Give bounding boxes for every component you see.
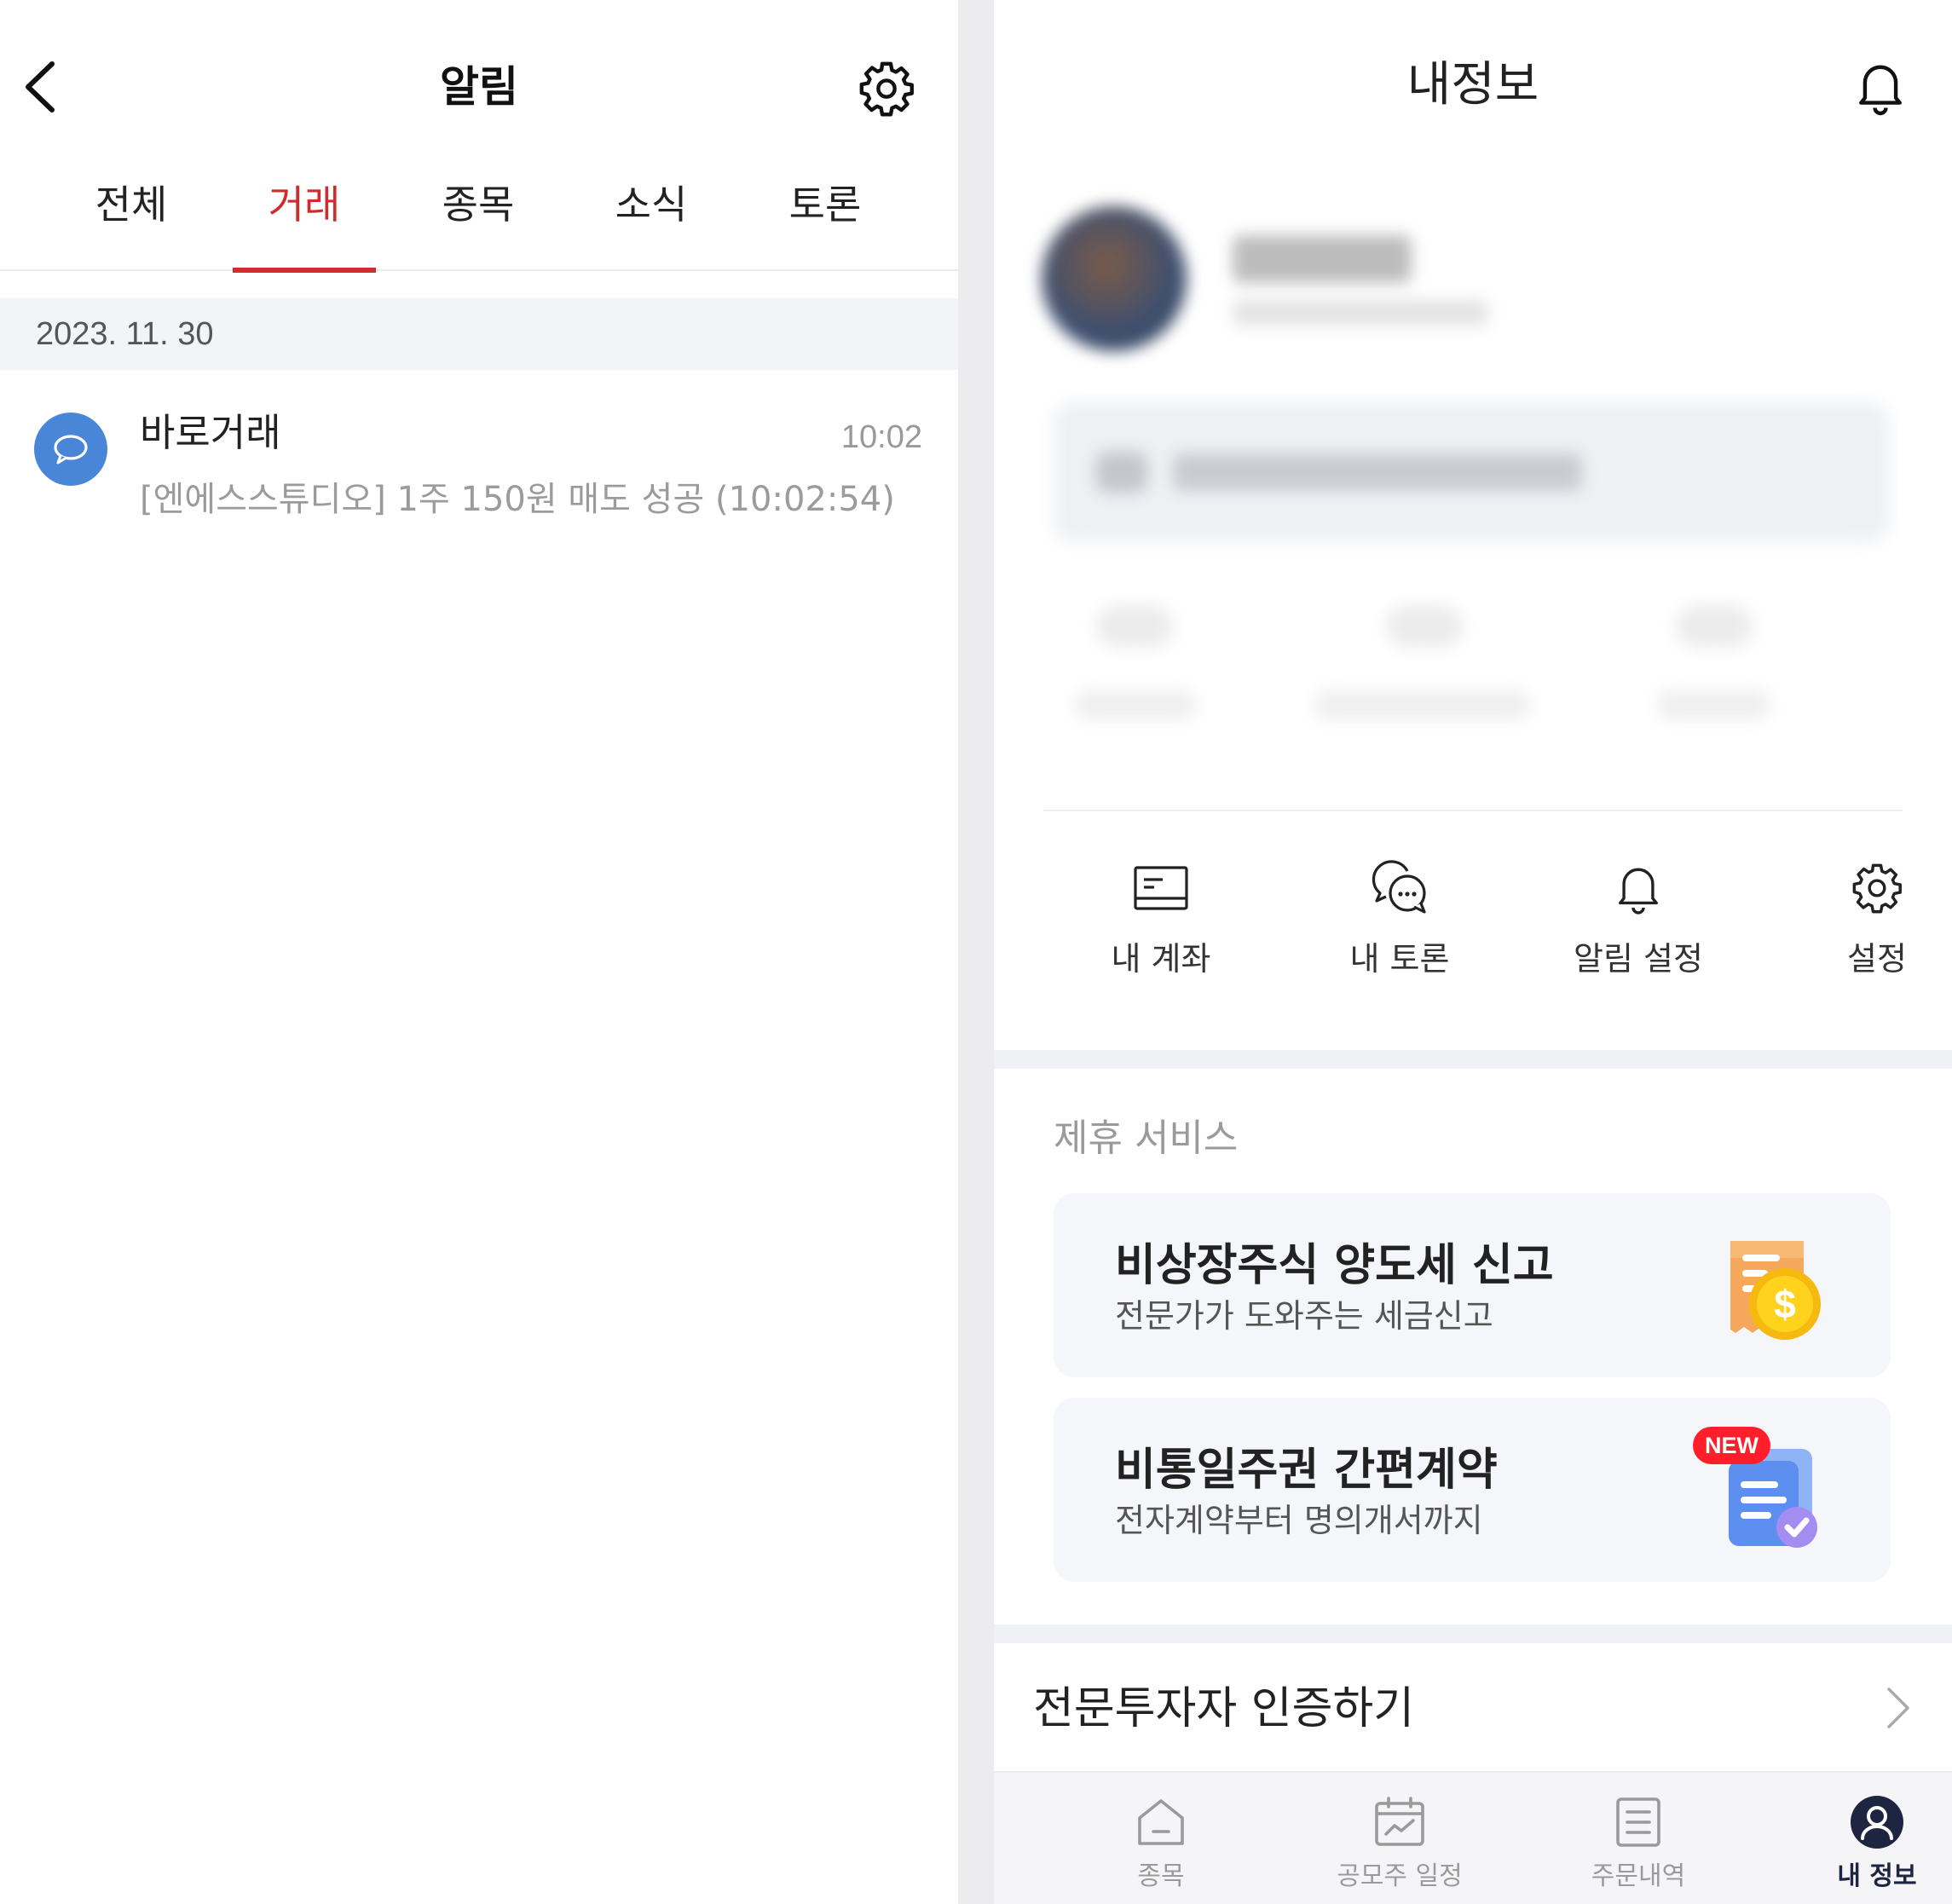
my-info-screen: 내정보 내 계좌 내 토론 알림 설정 설정 제휴 서비스 비상장주식 양도세 …	[994, 0, 1952, 1904]
tab-stocks[interactable]: 종목	[407, 162, 550, 271]
notification-message: [엔에스스튜디오] 1주 150원 매도 성공 (10:02:54)	[140, 480, 895, 519]
stat-label-redacted	[1659, 690, 1770, 719]
section-separator	[994, 1050, 1952, 1069]
notification-item[interactable]: 바로거래 10:02 [엔에스스튜디오] 1주 150원 매도 성공 (10:0…	[0, 384, 958, 545]
nav-my-info[interactable]: 내 정보	[1783, 1773, 1952, 1904]
tab-trade[interactable]: 거래	[233, 162, 376, 273]
card-title: 비상장주식 양도세 신고	[1115, 1240, 1554, 1291]
notification-settings-button[interactable]	[852, 55, 921, 123]
page-title: 내정보	[1406, 57, 1539, 113]
notifications-header: 알림	[0, 0, 958, 170]
profile-subtext-redacted	[1233, 300, 1488, 326]
section-separator	[994, 1624, 1952, 1643]
contract-card[interactable]: 비통일주권 간편계약 전자계약부터 명의개서까지 NEW	[1054, 1398, 1891, 1582]
app-root: 알림 전체 거래 종목 소식 토론 2023. 11. 30 바로거래 10:0…	[0, 0, 1952, 1904]
gear-icon	[1852, 863, 1902, 914]
stat-value-redacted	[1676, 605, 1753, 648]
chat-bubble-icon	[54, 435, 88, 464]
chevron-right-icon	[1887, 1688, 1909, 1728]
chevron-left-icon	[26, 61, 55, 113]
card-subtitle: 전문가가 도와주는 세금신고	[1115, 1297, 1493, 1335]
svg-text:$: $	[1774, 1282, 1796, 1326]
notifications-screen: 알림 전체 거래 종목 소식 토론 2023. 11. 30 바로거래 10:0…	[0, 0, 958, 1904]
notification-title: 바로거래	[140, 410, 281, 455]
order-list-icon	[1616, 1797, 1660, 1847]
card-title: 비통일주권 간편계약	[1115, 1445, 1498, 1496]
stat-value-redacted	[1386, 605, 1463, 648]
divider	[1043, 810, 1903, 811]
investor-type-box-redacted	[1054, 402, 1889, 542]
nav-stocks[interactable]: 종목	[1067, 1773, 1255, 1904]
notification-time: 10:02	[840, 419, 922, 455]
bell-icon	[1619, 868, 1658, 914]
tax-report-card[interactable]: 비상장주식 양도세 신고 전문가가 도와주는 세금신고 $	[1054, 1193, 1891, 1377]
my-discussion-label: 내 토론	[1349, 940, 1450, 978]
settings-label: 설정	[1847, 940, 1907, 978]
tab-all[interactable]: 전체	[60, 162, 203, 271]
nav-my-info-label: 내 정보	[1837, 1861, 1917, 1891]
date-label: 2023. 11. 30	[36, 316, 214, 352]
notification-settings-label: 알림 설정	[1574, 940, 1703, 978]
nav-orders-label: 주문내역	[1591, 1861, 1686, 1891]
calendar-chart-icon	[1375, 1797, 1424, 1846]
tax-receipt-coin-icon: $	[1730, 1241, 1821, 1340]
new-badge: NEW	[1693, 1427, 1770, 1464]
investor-type-text-redacted	[1173, 453, 1582, 491]
stat-value-redacted	[1096, 605, 1173, 648]
profile-icon	[1851, 1796, 1903, 1849]
my-account-label: 내 계좌	[1111, 940, 1211, 978]
card-subtitle: 전자계약부터 명의개서까지	[1115, 1502, 1483, 1539]
tab-news[interactable]: 소식	[580, 162, 723, 271]
nav-orders[interactable]: 주문내역	[1545, 1773, 1732, 1904]
stat-label-redacted	[1316, 690, 1529, 719]
gear-icon	[859, 61, 914, 117]
investor-type-icon-redacted	[1096, 452, 1147, 493]
avatar	[1042, 206, 1187, 351]
notifications-button[interactable]	[1845, 51, 1916, 123]
affiliate-section-title: 제휴 서비스	[1054, 1116, 1239, 1160]
nav-stocks-label: 종목	[1137, 1861, 1185, 1891]
pro-investor-label: 전문투자자 인증하기	[1033, 1683, 1415, 1734]
profile-section-blurred	[994, 162, 1952, 776]
nav-ipo-schedule[interactable]: 공모주 일정	[1306, 1773, 1493, 1904]
pro-investor-verification-row[interactable]: 전문투자자 인증하기	[994, 1645, 1952, 1773]
tab-discussion[interactable]: 토론	[754, 162, 897, 271]
nav-ipo-schedule-label: 공모주 일정	[1337, 1861, 1463, 1891]
settings-button[interactable]: 설정	[1783, 844, 1952, 1006]
notification-settings-button[interactable]: 알림 설정	[1545, 844, 1732, 1006]
profile-name-redacted	[1233, 235, 1412, 283]
back-button[interactable]	[14, 53, 66, 121]
quick-menu: 내 계좌 내 토론 알림 설정 설정	[994, 844, 1952, 1006]
bottom-navigation: 종목 공모주 일정 주문내역 내 정보	[994, 1771, 1952, 1904]
account-card-icon	[1134, 866, 1188, 910]
discussion-bubbles-icon	[1372, 860, 1426, 914]
home-icon	[1138, 1799, 1184, 1845]
bell-icon	[1859, 65, 1902, 116]
my-account-button[interactable]: 내 계좌	[1067, 844, 1255, 1006]
stat-label-redacted	[1076, 690, 1195, 719]
notification-type-avatar	[34, 413, 107, 486]
my-discussion-button[interactable]: 내 토론	[1306, 844, 1493, 1006]
date-header: 2023. 11. 30	[0, 298, 958, 370]
screen-divider	[958, 0, 994, 1904]
notification-tabs: 전체 거래 종목 소식 토론	[0, 162, 958, 273]
page-title: 알림	[440, 62, 518, 112]
